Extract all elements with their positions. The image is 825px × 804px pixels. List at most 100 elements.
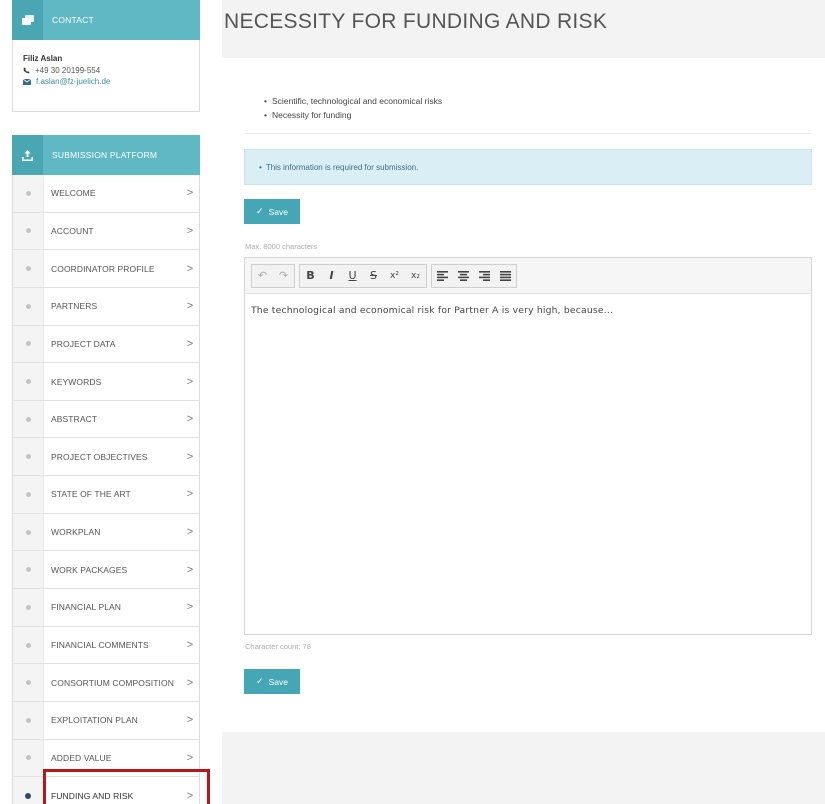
chevron-right-icon: > [186, 224, 194, 237]
form-card: Scientific, technological and economical… [222, 58, 825, 732]
status-dot [25, 303, 31, 309]
nav-item-label: ADDED VALUE [51, 752, 112, 763]
nav-item-label: WELCOME [51, 188, 96, 199]
rich-text-editor: ↶ ↷ B I U S x² x₂ The technological and … [244, 257, 812, 635]
chevron-right-icon: > [186, 601, 194, 614]
nav-item-exploitation-plan[interactable]: EXPLOITATION PLAN > [13, 701, 199, 740]
nav-item-label: WORKPLAN [51, 527, 101, 538]
align-justify-icon[interactable] [495, 265, 516, 287]
bold-icon[interactable]: B [300, 265, 321, 287]
status-dot [25, 642, 31, 648]
save-button-top[interactable]: ✓ Save [244, 199, 300, 224]
submission-heading: SUBMISSION PLATFORM [52, 150, 158, 160]
status-dot [25, 266, 31, 272]
nav-item-label: PROJECT DATA [51, 338, 116, 349]
chevron-right-icon: > [186, 300, 194, 313]
submission-header: SUBMISSION PLATFORM [12, 135, 200, 175]
nav-item-label: COORDINATOR PROFILE [51, 263, 155, 274]
phone-icon [23, 67, 30, 74]
save-button-bottom[interactable]: ✓ Save [244, 669, 300, 694]
subscript-icon[interactable]: x₂ [405, 265, 426, 287]
nav-item-project-objectives[interactable]: PROJECT OBJECTIVES > [13, 438, 199, 477]
contact-card-icon [12, 0, 43, 40]
nav-item-state-of-the-art[interactable]: STATE OF THE ART > [13, 476, 199, 514]
editor-content[interactable]: The technological and economical risk fo… [245, 294, 811, 327]
status-dot [25, 228, 31, 234]
status-dot [25, 567, 31, 573]
status-dot [25, 454, 31, 460]
chevron-right-icon: > [186, 262, 194, 275]
nav-item-abstract[interactable]: ABSTRACT > [13, 400, 199, 439]
contact-panel: CONTACT Filiz Aslan +49 30 20199-554 f.a… [12, 0, 200, 112]
editor-toolbar: ↶ ↷ B I U S x² x₂ [245, 258, 811, 294]
chevron-right-icon: > [186, 450, 194, 463]
nav-item-label: CONSORTIUM COMPOSITION [51, 677, 174, 688]
check-icon: ✓ [256, 206, 264, 216]
strikethrough-icon[interactable]: S [363, 265, 384, 287]
chevron-right-icon: > [186, 375, 194, 388]
contact-email-row[interactable]: f.aslan@fz-juelich.de [23, 77, 189, 86]
status-dot [25, 190, 31, 196]
envelope-icon [23, 78, 31, 85]
underline-icon[interactable]: U [342, 265, 363, 287]
format-group: B I U S x² x₂ [299, 263, 427, 288]
nav-item-consortium-composition[interactable]: CONSORTIUM COMPOSITION > [13, 664, 199, 702]
superscript-icon[interactable]: x² [384, 265, 405, 287]
italic-icon[interactable]: I [321, 265, 342, 287]
status-dot [25, 379, 31, 385]
save-label: Save [268, 206, 288, 217]
nav-item-partners[interactable]: PARTNERS > [13, 287, 199, 326]
chevron-right-icon: > [186, 337, 194, 350]
divider [244, 133, 812, 134]
submission-nav: WELCOME > ACCOUNT > COORDINATOR PROFILE > P… [12, 175, 200, 804]
chevron-right-icon: > [186, 751, 194, 764]
nav-item-keywords[interactable]: KEYWORDS > [13, 363, 199, 401]
contact-email-link[interactable]: f.aslan@fz-juelich.de [36, 77, 110, 86]
status-dot [25, 529, 31, 535]
align-right-icon[interactable] [474, 265, 495, 287]
chevron-right-icon: > [186, 413, 194, 426]
contact-details: Filiz Aslan +49 30 20199-554 f.aslan@fz-… [12, 40, 200, 112]
info-alert: • This information is required for submi… [244, 149, 812, 185]
nav-item-project-data[interactable]: PROJECT DATA > [13, 325, 199, 364]
undo-icon[interactable]: ↶ [252, 265, 273, 287]
nav-item-label: PROJECT OBJECTIVES [51, 451, 148, 462]
nav-item-workplan[interactable]: WORKPLAN > [13, 513, 199, 552]
guidance-item: Scientific, technological and economical… [264, 94, 442, 108]
nav-item-label: ABSTRACT [51, 414, 98, 425]
nav-item-label: ACCOUNT [51, 225, 94, 236]
status-dot [25, 755, 31, 761]
highlight-frame [43, 769, 210, 804]
chevron-right-icon: > [186, 563, 194, 576]
history-group: ↶ ↷ [251, 263, 295, 288]
nav-item-work-packages[interactable]: WORK PACKAGES > [13, 551, 199, 590]
align-group [431, 263, 517, 288]
contact-heading: CONTACT [52, 15, 94, 25]
align-center-icon[interactable] [453, 265, 474, 287]
chevron-right-icon: > [186, 676, 194, 689]
nav-item-welcome[interactable]: WELCOME > [13, 175, 199, 213]
character-count: Character count: 78 [245, 642, 311, 651]
guidance-list: Scientific, technological and economical… [264, 94, 442, 122]
contact-phone-row: +49 30 20199-554 [23, 66, 189, 75]
nav-item-label: STATE OF THE ART [51, 489, 131, 500]
nav-item-account[interactable]: ACCOUNT > [13, 212, 199, 251]
status-dot [25, 416, 31, 422]
chevron-right-icon: > [186, 714, 194, 727]
nav-item-label: EXPLOITATION PLAN [51, 715, 138, 726]
nav-item-coordinator-profile[interactable]: COORDINATOR PROFILE > [13, 250, 199, 288]
status-dot [25, 680, 31, 686]
chevron-right-icon: > [186, 639, 194, 651]
nav-item-financial-comments[interactable]: FINANCIAL COMMENTS > [13, 626, 199, 665]
nav-item-financial-plan[interactable]: FINANCIAL PLAN > [13, 589, 199, 627]
chevron-right-icon: > [186, 488, 194, 501]
active-status-dot [25, 792, 31, 799]
nav-item-label: PARTNERS [51, 301, 98, 312]
page-title: NECESSITY FOR FUNDING AND RISK [224, 10, 608, 33]
chevron-right-icon: > [186, 526, 194, 539]
nav-item-label: FINANCIAL PLAN [51, 602, 122, 613]
align-left-icon[interactable] [432, 265, 453, 287]
redo-icon[interactable]: ↷ [273, 265, 294, 287]
contact-header: CONTACT [12, 0, 200, 40]
contact-name: Filiz Aslan [23, 54, 63, 63]
